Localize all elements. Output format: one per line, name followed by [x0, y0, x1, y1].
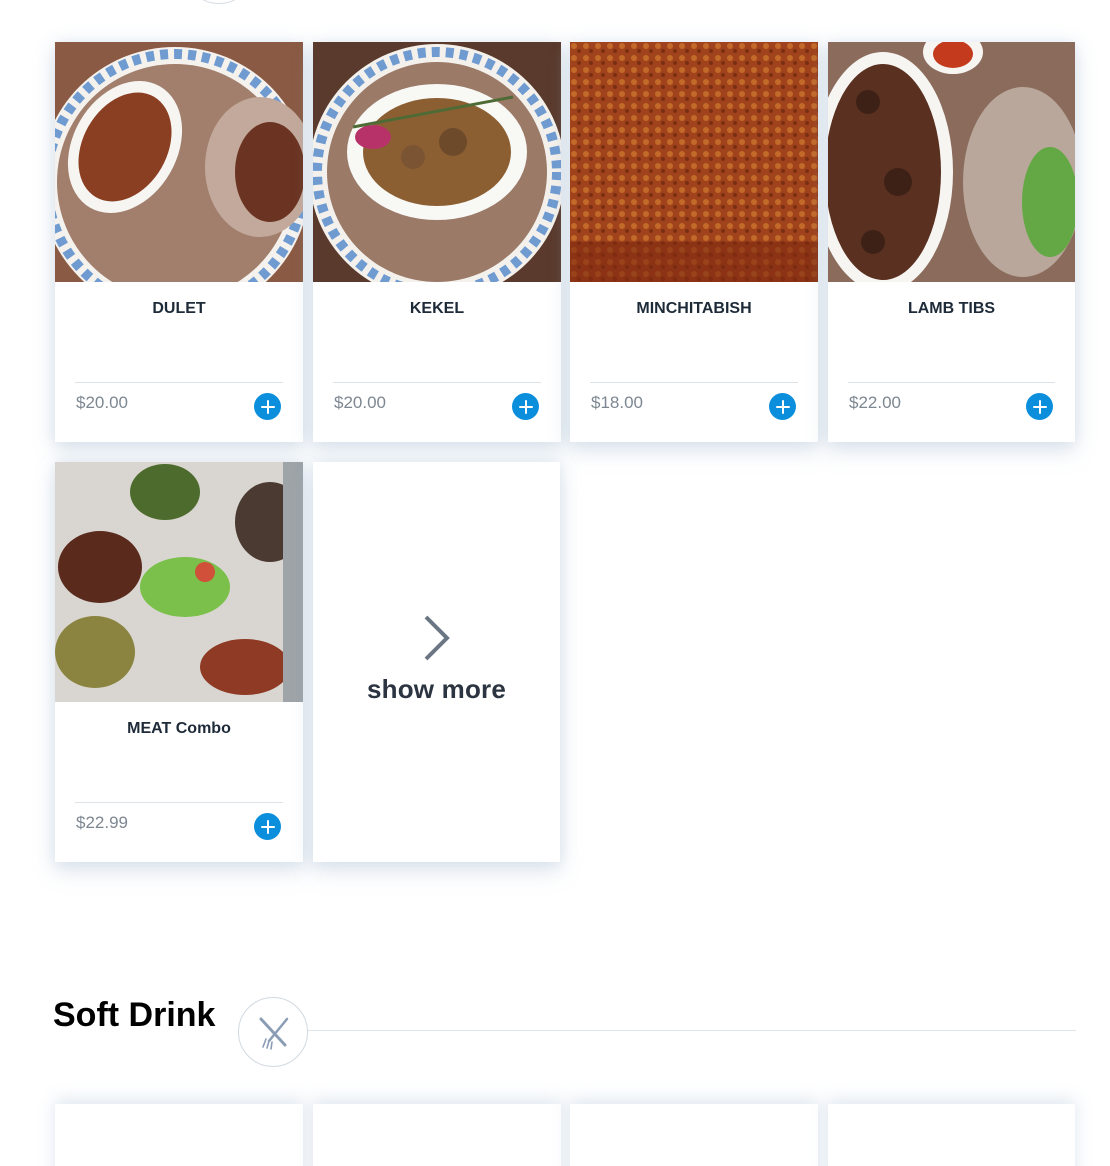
divider — [75, 382, 283, 383]
add-to-cart-button[interactable] — [254, 813, 281, 840]
show-more-card[interactable]: show more — [313, 462, 560, 862]
utensils-icon — [238, 997, 308, 1067]
add-to-cart-button[interactable] — [254, 393, 281, 420]
menu-item-price: $22.00 — [849, 393, 901, 412]
menu-item-name: LAMB TIBS — [907, 300, 996, 317]
menu-item-card[interactable]: KEKEL $20.00 — [313, 42, 561, 442]
plus-icon — [518, 399, 533, 414]
menu-item-card[interactable]: MINCHITABISH $18.00 — [570, 42, 818, 442]
food-image-dulet — [55, 42, 303, 282]
divider — [75, 802, 283, 803]
menu-item-card[interactable] — [570, 1104, 818, 1166]
menu-item-price: $22.99 — [76, 813, 128, 832]
divider — [590, 382, 798, 383]
menu-item-price: $18.00 — [591, 393, 643, 412]
add-to-cart-button[interactable] — [1026, 393, 1053, 420]
add-to-cart-button[interactable] — [512, 393, 539, 420]
food-image-kekel — [313, 42, 561, 282]
food-image-minchitabish — [570, 42, 818, 282]
add-to-cart-button[interactable] — [769, 393, 796, 420]
chevron-right-icon — [424, 615, 450, 661]
plus-icon — [260, 819, 275, 834]
menu-item-card[interactable] — [313, 1104, 561, 1166]
menu-item-card[interactable] — [828, 1104, 1075, 1166]
plus-icon — [260, 399, 275, 414]
divider — [333, 382, 541, 383]
section-title: Soft Drink — [53, 996, 216, 1034]
section-icon-partial — [184, 0, 254, 4]
menu-item-card[interactable] — [55, 1104, 303, 1166]
section-divider — [306, 1030, 1076, 1031]
menu-item-price: $20.00 — [76, 393, 128, 412]
menu-item-card[interactable]: MEAT Combo $22.99 — [55, 462, 303, 862]
plus-icon — [1032, 399, 1047, 414]
menu-item-card[interactable]: LAMB TIBS $22.00 — [828, 42, 1075, 442]
menu-item-name: MINCHITABISH — [636, 300, 752, 317]
show-more-label: show more — [366, 674, 507, 704]
plus-icon — [775, 399, 790, 414]
food-image-lamb-tibs — [828, 42, 1075, 282]
menu-item-price: $20.00 — [334, 393, 386, 412]
food-image-meat-combo — [55, 462, 303, 702]
menu-item-name: KEKEL — [409, 300, 465, 317]
menu-item-name: DULET — [152, 300, 206, 317]
divider — [848, 382, 1055, 383]
menu-item-name: MEAT Combo — [127, 720, 231, 737]
menu-item-card[interactable]: DULET $20.00 — [55, 42, 303, 442]
